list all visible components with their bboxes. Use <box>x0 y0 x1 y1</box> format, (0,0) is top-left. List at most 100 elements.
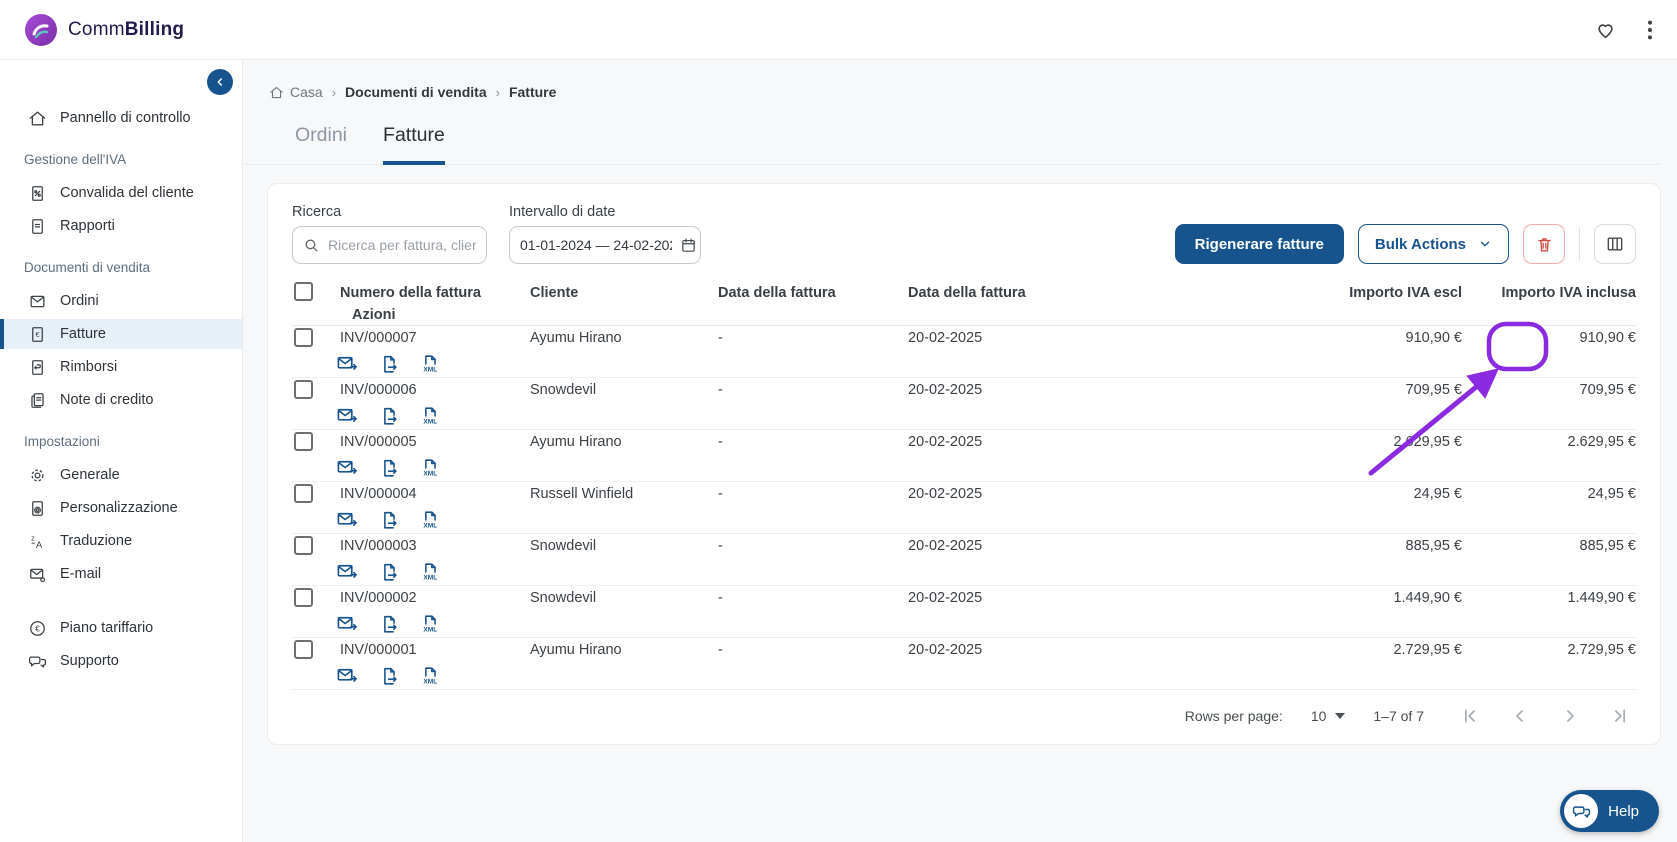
rows-per-page-caret-icon <box>1335 713 1346 719</box>
sidebar-item-translation[interactable]: zA Traduzione <box>0 526 242 556</box>
invoice-date-2: 20-02-2025 <box>908 538 983 555</box>
regenerate-invoices-button[interactable]: Rigenerare fatture <box>1174 224 1344 264</box>
sidebar-item-support[interactable]: Supporto <box>0 646 242 676</box>
tab-bar: Ordini Fatture <box>243 104 1661 165</box>
column-header-invoice-date-2[interactable]: Data della fattura <box>908 285 1280 301</box>
date-range-input[interactable] <box>520 237 672 253</box>
download-xml-icon[interactable]: XML <box>419 353 441 375</box>
select-all-checkbox[interactable] <box>294 282 313 301</box>
tab-orders[interactable]: Ordini <box>295 124 347 165</box>
last-page-icon[interactable] <box>1610 706 1630 726</box>
row-checkbox[interactable] <box>294 483 313 503</box>
send-email-icon[interactable] <box>336 508 359 531</box>
row-checkbox[interactable] <box>294 639 313 659</box>
export-document-icon[interactable] <box>378 353 400 375</box>
column-header-client[interactable]: Cliente <box>530 285 718 301</box>
download-xml-icon[interactable]: XML <box>419 561 441 583</box>
column-header-invoice-number[interactable]: Numero della fattura <box>340 285 530 301</box>
invoice-number: INV/000006 <box>340 382 417 399</box>
row-checkbox[interactable] <box>294 431 313 451</box>
client-name: Snowdevil <box>530 590 597 607</box>
pricing-plan-icon: € <box>28 619 47 638</box>
send-email-icon[interactable] <box>336 404 359 427</box>
sidebar-item-orders[interactable]: Ordini <box>0 286 242 316</box>
next-page-icon[interactable] <box>1560 706 1580 726</box>
sidebar-item-invoices[interactable]: € Fatture <box>0 319 242 349</box>
breadcrumb-home[interactable]: Casa <box>269 84 323 100</box>
bulk-actions-button[interactable]: Bulk Actions <box>1357 224 1509 264</box>
invoice-date-1: - <box>718 382 723 399</box>
sidebar-item-credit-notes[interactable]: Note di credito <box>0 385 242 415</box>
sidebar-item-dashboard[interactable]: Pannello di controllo <box>0 103 242 133</box>
invoice-number: INV/000007 <box>340 330 417 347</box>
sidebar-item-personalization[interactable]: Personalizzazione <box>0 493 242 523</box>
reports-icon <box>28 217 47 236</box>
delete-button[interactable] <box>1523 224 1565 264</box>
sidebar-item-pricing-plan[interactable]: € Piano tariffario <box>0 613 242 643</box>
download-xml-icon[interactable]: XML <box>419 613 441 635</box>
column-header-amount-incl[interactable]: Importo IVA inclusa <box>1462 285 1636 301</box>
search-input[interactable] <box>328 237 476 253</box>
export-document-icon[interactable] <box>378 509 400 531</box>
search-field: Ricerca <box>292 204 487 264</box>
previous-page-icon[interactable] <box>1510 706 1530 726</box>
send-email-icon[interactable] <box>336 352 359 375</box>
client-name: Russell Winfield <box>530 486 634 503</box>
rows-per-page-select[interactable]: 10 <box>1311 708 1346 724</box>
help-button[interactable]: Help <box>1560 790 1659 832</box>
download-xml-icon[interactable]: XML <box>419 457 441 479</box>
row-checkbox[interactable] <box>294 327 313 347</box>
send-email-icon[interactable] <box>336 664 359 687</box>
sidebar-collapse-button[interactable] <box>207 69 233 95</box>
tab-invoices[interactable]: Fatture <box>383 124 445 165</box>
sidebar-item-email[interactable]: E-mail <box>0 559 242 589</box>
kebab-menu-icon[interactable] <box>1647 19 1653 41</box>
sidebar-item-refunds[interactable]: Rimborsi <box>0 352 242 382</box>
personalization-icon <box>28 499 47 518</box>
row-checkbox[interactable] <box>294 587 313 607</box>
export-document-icon[interactable] <box>378 613 400 635</box>
table-row: INV/000007 Ayumu Hirano - 20-02-2025 910… <box>292 326 1636 378</box>
invoice-number: INV/000005 <box>340 434 417 451</box>
first-page-icon[interactable] <box>1460 706 1480 726</box>
svg-text:XML: XML <box>423 626 437 633</box>
column-settings-button[interactable] <box>1594 224 1636 264</box>
amount-incl-vat: 2.729,95 € <box>1567 642 1636 659</box>
columns-icon <box>1605 234 1625 254</box>
help-label: Help <box>1608 802 1639 820</box>
table-row: INV/000004 Russell Winfield - 20-02-2025… <box>292 482 1636 534</box>
download-xml-icon[interactable]: XML <box>419 665 441 687</box>
send-email-icon[interactable] <box>336 560 359 583</box>
amount-incl-vat: 1.449,90 € <box>1567 590 1636 607</box>
row-checkbox[interactable] <box>294 535 313 555</box>
svg-text:z: z <box>31 534 35 542</box>
column-header-amount-excl[interactable]: Importo IVA escl <box>1280 285 1462 301</box>
invoice-number: INV/000002 <box>340 590 417 607</box>
breadcrumb-separator: › <box>495 84 500 100</box>
send-email-icon[interactable] <box>336 456 359 479</box>
favorites-heart-icon[interactable] <box>1594 18 1617 41</box>
calendar-icon[interactable] <box>680 237 697 254</box>
sidebar-item-label: Traduzione <box>60 533 133 549</box>
sidebar-item-label: Supporto <box>60 653 119 669</box>
sidebar-item-general[interactable]: Generale <box>0 460 242 490</box>
export-document-icon[interactable] <box>378 561 400 583</box>
download-xml-icon[interactable]: XML <box>419 405 441 427</box>
sidebar-item-customer-validation[interactable]: Convalida del cliente <box>0 178 242 208</box>
column-header-invoice-date-1[interactable]: Data della fattura <box>718 285 908 301</box>
sidebar-item-reports[interactable]: Rapporti <box>0 211 242 241</box>
brand-name: CommBilling <box>68 18 185 40</box>
send-email-icon[interactable] <box>336 612 359 635</box>
table-row: INV/000005 Ayumu Hirano - 20-02-2025 2.6… <box>292 430 1636 482</box>
export-document-icon[interactable] <box>378 405 400 427</box>
sidebar-item-label: Note di credito <box>60 392 154 408</box>
breadcrumb-sales-docs[interactable]: Documenti di vendita <box>345 84 487 100</box>
download-xml-icon[interactable]: XML <box>419 509 441 531</box>
sidebar-item-label: Personalizzazione <box>60 500 178 516</box>
brand-logo[interactable]: CommBilling <box>24 13 184 47</box>
row-checkbox[interactable] <box>294 379 313 399</box>
rows-per-page-value: 10 <box>1310 708 1327 724</box>
invoice-number: INV/000003 <box>340 538 417 555</box>
export-document-icon[interactable] <box>378 665 400 687</box>
export-document-icon[interactable] <box>378 457 400 479</box>
